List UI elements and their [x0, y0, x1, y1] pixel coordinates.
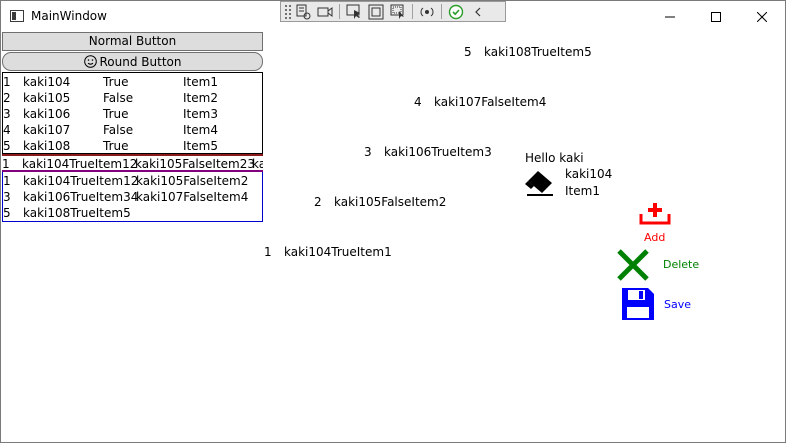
item-id: 1: [3, 75, 11, 89]
video-camera-icon: [317, 6, 333, 17]
item-name: kaki104: [23, 75, 71, 89]
main-window: MainWindow Normal Button Round Button 1 …: [0, 0, 786, 443]
item-id: 3: [3, 107, 11, 121]
item-name: kaki108: [23, 139, 71, 153]
item-label: Item5: [183, 139, 218, 153]
item-id: 5: [3, 139, 11, 153]
live-visual-tree-button[interactable]: [292, 2, 314, 21]
item-flag: True: [103, 107, 129, 121]
diagonal-item[interactable]: 3 kaki106TrueItem3: [364, 145, 492, 159]
eraser-icon: [525, 171, 553, 196]
greeting-text: Hello kaki: [525, 151, 584, 165]
hlist-item[interactable]: kaki105FalseItem23: [135, 157, 255, 170]
add-label: Add: [644, 231, 666, 244]
diagonal-item[interactable]: 5 kaki108TrueItem5: [464, 45, 592, 59]
item-flag: True: [103, 139, 129, 153]
hlist-item[interactable]: ka: [252, 157, 263, 170]
toolbar-grip[interactable]: [284, 4, 292, 19]
diagonal-item[interactable]: 4 kaki107FalseItem4: [414, 95, 546, 109]
wrap-item[interactable]: kaki105FalseItem2: [136, 174, 248, 189]
list-item[interactable]: 5 kaki108 True Item5: [3, 138, 262, 154]
wrap-id: 3: [3, 190, 11, 204]
delete-label: Delete: [663, 258, 700, 271]
horizontal-list[interactable]: 1 kaki104TrueItem12 kaki105FalseItem23 k…: [2, 154, 263, 172]
track-focus-icon: [390, 4, 404, 19]
smiley-face-icon: [83, 55, 97, 68]
select-element-icon: [346, 4, 360, 19]
diagonal-item-id: 1: [264, 245, 272, 259]
item-name: kaki105: [23, 91, 71, 105]
hlist-id: 1: [2, 157, 10, 171]
minimize-button[interactable]: [647, 1, 693, 32]
diagonal-item-text: kaki104TrueItem1: [284, 245, 392, 259]
close-icon: [757, 11, 767, 22]
diagonal-item[interactable]: 1 kaki104TrueItem1: [264, 245, 392, 259]
save-label: Save: [664, 298, 692, 311]
close-x-icon: [617, 249, 649, 281]
item-flag: False: [103, 123, 134, 137]
toolbar-separator: [339, 4, 340, 19]
list-item[interactable]: 3 kaki106 True Item3: [3, 106, 262, 122]
wrap-id: 5: [3, 206, 11, 220]
display-layout-adorners-button[interactable]: [365, 2, 387, 21]
check-icon: [448, 4, 464, 19]
close-button[interactable]: [739, 1, 785, 32]
wrap-id: 1: [3, 174, 11, 188]
item-name: kaki106: [23, 107, 71, 121]
live-visual-tree-icon: [296, 4, 311, 19]
item-label: Item4: [183, 123, 218, 137]
item-id: 4: [3, 123, 11, 137]
item-flag: True: [103, 75, 129, 89]
app-window-icon: [10, 10, 24, 22]
hlist-item[interactable]: kaki104TrueItem12: [22, 157, 137, 170]
diagonal-item-text: kaki105FalseItem2: [334, 195, 447, 209]
toolbar-separator: [412, 4, 413, 19]
round-button[interactable]: Round Button: [2, 52, 263, 71]
track-focus-button[interactable]: [387, 2, 409, 21]
hot-reload-icon: [420, 7, 434, 16]
maximize-icon: [711, 11, 721, 22]
add-tray-icon: [639, 203, 671, 225]
collapse-toolbar-button[interactable]: [467, 2, 489, 21]
diagonal-item-id: 5: [464, 45, 472, 59]
minimize-icon: [665, 16, 675, 17]
hot-reload-button[interactable]: [416, 2, 438, 21]
item-name: kaki107: [23, 123, 71, 137]
diagonal-item-id: 3: [364, 145, 372, 159]
wrap-list[interactable]: 1 kaki104TrueItem12 kaki105FalseItem2 3 …: [2, 172, 263, 222]
select-element-button[interactable]: [343, 2, 365, 21]
list-item[interactable]: 2 kaki105 False Item2: [3, 90, 262, 106]
item-id: 2: [3, 91, 11, 105]
diagonal-item-text: kaki108TrueItem5: [484, 45, 592, 59]
normal-button[interactable]: Normal Button: [2, 32, 263, 51]
list-item[interactable]: 4 kaki107 False Item4: [3, 122, 262, 138]
record-video-button[interactable]: [314, 2, 336, 21]
item-label: Item2: [183, 91, 218, 105]
diagonal-item-text: kaki107FalseItem4: [434, 95, 547, 109]
display-layout-adorners-icon: [368, 4, 384, 19]
wrap-item[interactable]: kaki107FalseItem4: [136, 190, 248, 205]
round-button-label: Round Button: [99, 54, 182, 69]
xaml-debug-toolbar: [280, 1, 506, 22]
wrap-item[interactable]: kaki106TrueItem34: [23, 190, 138, 205]
diagonal-item-text: kaki106TrueItem3: [384, 145, 492, 159]
wrap-item[interactable]: kaki104TrueItem12: [23, 174, 138, 189]
collapse-chevron-icon: [475, 7, 481, 16]
diagonal-item-id: 4: [414, 95, 422, 109]
item-flag: False: [103, 91, 134, 105]
list-item[interactable]: 1 kaki104 True Item1: [3, 74, 262, 90]
detail-name: kaki104: [565, 167, 613, 181]
item-label: Item3: [183, 107, 218, 121]
maximize-button[interactable]: [693, 1, 739, 32]
wrap-item[interactable]: kaki108TrueItem5: [23, 206, 131, 221]
hot-reload-status-button[interactable]: [445, 2, 467, 21]
window-title: MainWindow: [31, 9, 107, 23]
detail-item: Item1: [565, 184, 600, 198]
toolbar-separator: [441, 4, 442, 19]
diagonal-item-id: 2: [314, 195, 322, 209]
diagonal-item[interactable]: 2 kaki105FalseItem2: [314, 195, 446, 209]
items-list[interactable]: 1 kaki104 True Item1 2 kaki105 False Ite…: [2, 72, 263, 154]
item-label: Item1: [183, 75, 218, 89]
floppy-disk-icon: [622, 288, 654, 320]
